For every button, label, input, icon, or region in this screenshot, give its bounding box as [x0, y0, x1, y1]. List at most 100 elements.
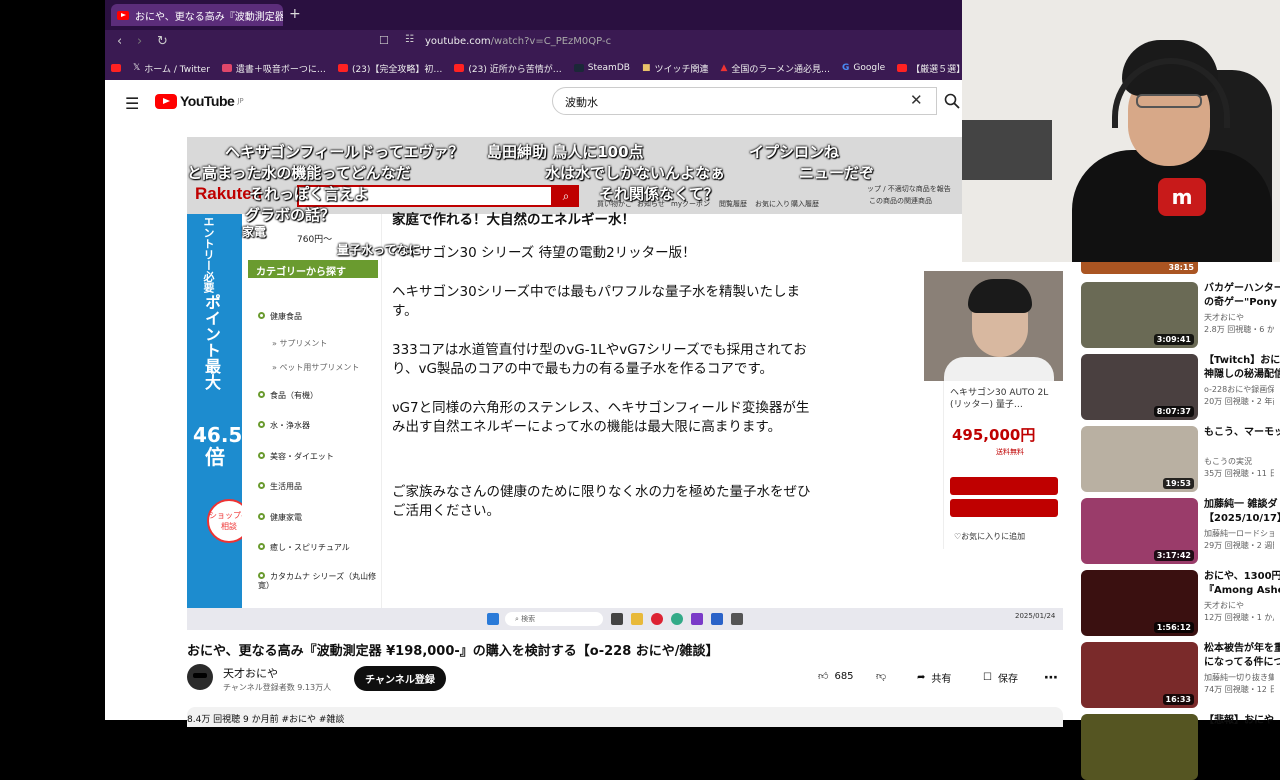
danmaku-comment: ヘキサゴンフィールドってエヴァ？ — [225, 143, 464, 161]
url-host: youtube.com — [425, 36, 491, 47]
bookmark-item[interactable]: 遺書＋吸音ボーつに… — [221, 62, 326, 75]
bookmark-item[interactable]: G Google — [842, 63, 885, 73]
category-item: 美容・ダイエット — [258, 451, 334, 462]
bookmark-item[interactable]: 𝕏 ホーム / Twitter — [133, 62, 210, 75]
recommended-video[interactable]: 3:09:41 バカゲーハンターの奇ゲー"Pony Is 天才おにや 2.8万 回視聴… — [1081, 282, 1280, 348]
bookmark-label: 全国のラーメン通必見… — [731, 64, 831, 75]
channel-name[interactable]: 天才おにや — [1204, 312, 1274, 323]
video-title[interactable]: バカゲーハンターの奇ゲー"Pony Is — [1204, 282, 1280, 310]
forward-icon[interactable]: › — [137, 34, 142, 49]
bookmark-icon: ☐ — [983, 672, 992, 683]
bookmark-label: Google — [853, 63, 886, 73]
bookmark-item[interactable]: SteamDB — [573, 63, 630, 73]
video-thumbnail[interactable] — [1081, 714, 1198, 780]
bookmark-item[interactable]: (23)【完全攻略】初… — [337, 62, 443, 75]
like-button[interactable]: 👍︎ 685 — [818, 670, 854, 683]
tab-title: おにや、更なる高み『波動測定器 — [135, 11, 283, 23]
product-shipping: 送料無料 — [996, 448, 1024, 456]
video-title[interactable]: もこう、マーモッ — [1204, 426, 1280, 440]
video-thumbnail[interactable]: 19:53 — [1081, 426, 1198, 492]
rakuten-link: 購入履歴 — [791, 200, 819, 208]
favorite-link: ♡お気に入りに追加 — [954, 532, 1026, 541]
desc-paragraph: ヘキサゴン30シリーズ中では最もパワフルな量子水を精製いたします。 — [392, 284, 801, 319]
danmaku-comment: 家電 — [242, 225, 267, 239]
price-teaser: 760円～ — [297, 235, 333, 245]
category-item: カタカムナ シリーズ（丸山修寛） — [258, 572, 377, 590]
channel-name[interactable]: 加藤純一ロードショ — [1204, 528, 1274, 539]
desc-paragraph: 333コアは水道管直付け型のvG-1LやvG7シリーズでも採用されており、vG製… — [392, 342, 807, 377]
banner-rate: 46.5倍 — [193, 423, 243, 469]
channel-name[interactable]: もこうの実況 — [1204, 456, 1274, 467]
video-thumbnail[interactable]: 1:56:12 — [1081, 570, 1198, 636]
rakuten-link: ップ / 不適切な商品を報告 — [867, 185, 951, 193]
menu-icon[interactable]: ☰ — [125, 94, 139, 113]
category-item: 健康家電 — [258, 512, 302, 523]
save-button[interactable]: ☐ 保存 — [983, 670, 1018, 685]
back-icon[interactable]: ‹ — [117, 34, 122, 49]
save-label: 保存 — [997, 674, 1018, 685]
bookmark-icon[interactable]: ☐ — [379, 34, 389, 47]
video-meta: 8.4万 回視聴 9 か月前 #おにや #雑談 — [187, 715, 345, 725]
taskview-icon — [611, 613, 623, 625]
recommended-video[interactable]: 1:56:12 おにや、1300円の『Among Ashes』天才おにや 12万 回… — [1081, 570, 1280, 636]
logo-text: YouTube — [180, 93, 235, 109]
recommended-thumb-partial[interactable]: 38:15 — [1081, 262, 1198, 274]
video-title[interactable]: 【Twitch】おに 神隠しの秘湯配信 — [1204, 354, 1280, 382]
channel-name[interactable]: 天才おにや — [223, 665, 278, 681]
subscriber-count: チャンネル登録者数 9.13万人 — [223, 683, 332, 692]
browser-tab[interactable]: おにや、更なる高み『波動測定器 ✕ — [111, 4, 283, 26]
video-thumbnail[interactable]: 8:07:37 — [1081, 354, 1198, 420]
recommended-video[interactable]: 3:17:42 加藤純一 雑談ダ 【2025/10/17】 加藤純一ロードショ 29万 … — [1081, 498, 1280, 564]
video-title[interactable]: 【悲報】おにや — [1204, 714, 1280, 728]
url-field[interactable]: youtube.com/watch?v=C_PEzM0QP-c — [425, 36, 611, 47]
more-actions-icon[interactable]: ⋯ — [1044, 670, 1058, 686]
category-subitem: » サプリメント — [272, 339, 328, 348]
recommended-video[interactable]: 19:53 もこう、マーモッ もこうの実況 35万 回視聴・11 日 — [1081, 426, 1280, 492]
category-item: 癒し・スピリチュアル — [258, 542, 350, 553]
category-item: 健康食品 — [258, 311, 302, 322]
bookmark-label: 遺書＋吸音ボーつに… — [235, 64, 326, 75]
youtube-logo[interactable]: YouTube JP — [155, 93, 244, 109]
video-title[interactable]: 加藤純一 雑談ダ 【2025/10/17】 — [1204, 498, 1280, 526]
windows-taskbar: ⌕ 検索 2025/01/24 — [187, 608, 1063, 630]
recommended-video[interactable]: 16:33 松本被告が年を重 になってる件につ 加藤純一切り抜き集 74万 回視聴・12… — [1081, 642, 1280, 708]
rakuten-link: お気に入り — [755, 200, 790, 208]
subscribe-button[interactable]: チャンネル登録 — [354, 666, 446, 691]
channel-name[interactable]: 天才おにや — [1204, 600, 1274, 611]
video-thumbnail[interactable]: 3:17:42 — [1081, 498, 1198, 564]
channel-name[interactable]: 加藤純一切り抜き集 — [1204, 672, 1274, 683]
recommended-video[interactable]: 8:07:37 【Twitch】おに神隠しの秘湯配信 o-228おにや録画保管 20万… — [1081, 354, 1280, 420]
video-player[interactable]: Rakuten ⌕ 買い物かご お知らせ myクーポン 閲覧履歴 お気に入り 購… — [187, 137, 1063, 630]
video-duration: 3:09:41 — [1153, 334, 1194, 345]
video-title[interactable]: おにや、1300円の『Among Ashes』 — [1204, 570, 1280, 598]
youtube-favicon-icon — [117, 10, 129, 20]
video-thumbnail[interactable]: 16:33 — [1081, 642, 1198, 708]
video-title[interactable]: 松本被告が年を重 になってる件につ — [1204, 642, 1280, 670]
share-icon: ➦ — [917, 672, 926, 683]
bookmark-item[interactable]: ▲ 全国のラーメン通必見… — [720, 62, 830, 75]
danmaku-comment: 量子水ってなに — [337, 243, 421, 257]
new-tab-button[interactable]: + — [289, 6, 301, 22]
desc-paragraph: ヘキサゴン30 シリーズ 待望の電動2リッター版！ — [392, 245, 696, 261]
recommended-video[interactable]: 【悲報】おにや — [1081, 714, 1274, 780]
site-settings-icon[interactable]: ☷ — [405, 34, 414, 45]
share-button[interactable]: ➦ 共有 — [917, 670, 951, 685]
channel-name[interactable]: o-228おにや録画保管 — [1204, 384, 1274, 395]
shirt-logo-icon: m — [1158, 178, 1206, 216]
reload-icon[interactable]: ↻ — [157, 34, 168, 49]
video-thumbnail[interactable]: 3:09:41 — [1081, 282, 1198, 348]
search-input[interactable]: 波動水 — [552, 87, 937, 115]
bookmark-icon-youtube[interactable] — [111, 64, 121, 72]
danmaku-comment: それっぽく言えよ — [249, 185, 370, 203]
channel-avatar[interactable] — [187, 664, 213, 690]
category-header: カテゴリーから探す — [248, 260, 378, 278]
bookmark-label: (23)【完全攻略】初… — [351, 64, 443, 75]
bookmark-item[interactable]: (23) 近所から苦情が… — [454, 62, 562, 75]
buy-button — [950, 477, 1058, 495]
rakuten-link: この商品の関連商品 — [869, 197, 932, 205]
search-icon — [944, 93, 960, 109]
danmaku-comment: グラボの話？ — [245, 206, 336, 224]
dislike-button[interactable]: 👎︎ — [876, 670, 886, 682]
clear-search-icon[interactable]: ✕ — [910, 91, 923, 109]
bookmark-item[interactable]: ■ ツイッチ関連 — [642, 62, 709, 75]
